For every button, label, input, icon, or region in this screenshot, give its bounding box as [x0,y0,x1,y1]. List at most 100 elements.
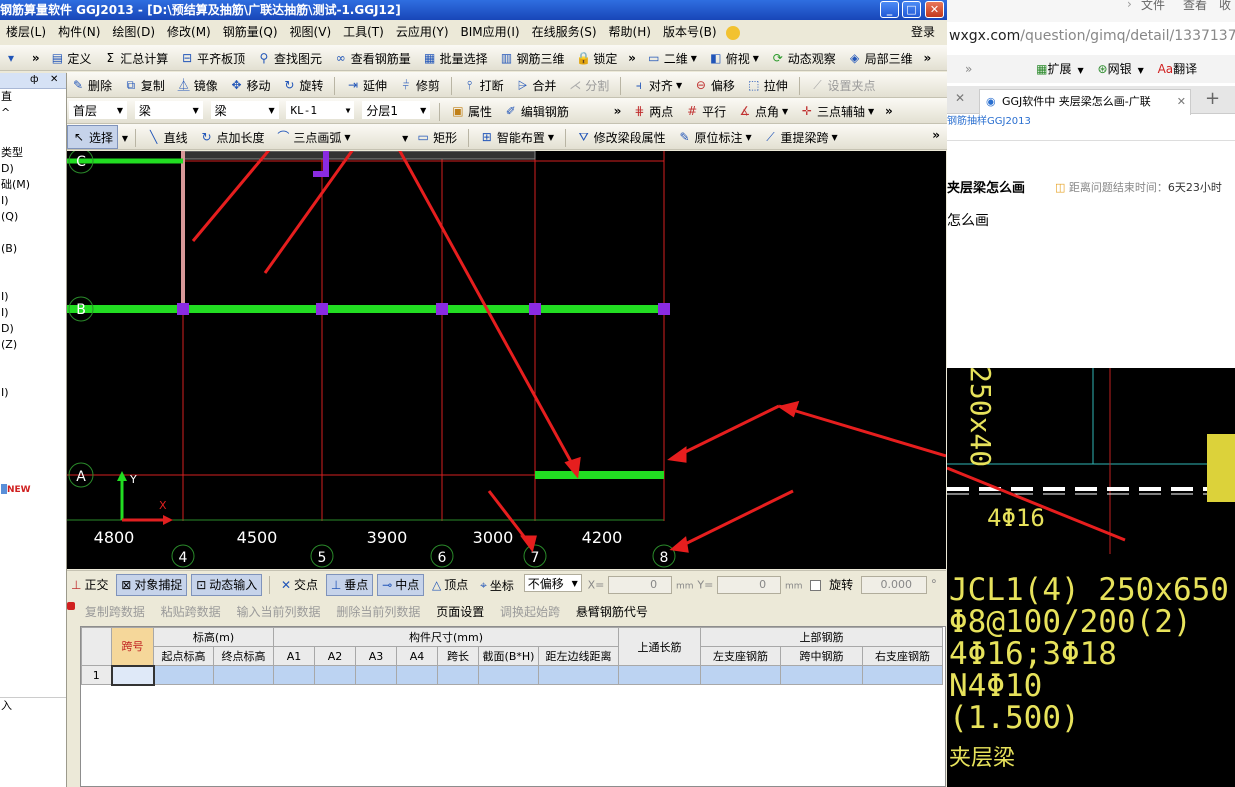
delete-button[interactable]: ✎ 删除 [67,73,116,97]
tree-item[interactable]: (Q) [0,209,66,225]
dynamic-input-toggle[interactable]: ⊡ 动态输入 [191,573,263,596]
table-cell[interactable] [862,665,943,685]
toolbar-overflow-icon[interactable]: » [29,51,43,65]
tree-item[interactable]: I) [0,385,66,401]
table-cell[interactable] [110,664,155,686]
move-button[interactable]: ✥ 移动 [226,73,275,97]
offset-button[interactable]: ⊖ 偏移 [690,73,739,97]
stretch-button[interactable]: ⬚ 拉伸 [743,73,792,97]
select-button[interactable]: ↖ 选择 [67,125,119,149]
close-icon[interactable]: ✕ [50,74,58,85]
menu-online[interactable]: 在线服务(S) [526,21,603,43]
subtitle-link[interactable]: 钢筋抽样GGJ2013 [947,112,1031,127]
align-slab-top-button[interactable]: ⊟ 平齐板顶 [176,46,249,70]
midpoint-snap[interactable]: ⊸ 中点 [377,573,425,596]
menu-view[interactable]: 查看 [1183,0,1207,13]
pin-icon[interactable]: ф [30,74,39,85]
page-setup-button[interactable]: 页面设置 [430,600,490,624]
table-cell[interactable] [478,665,539,685]
rotate-input[interactable]: 0.000 [861,576,927,594]
close-icon[interactable] [67,602,75,610]
chevron-down-icon[interactable]: ▼ [402,134,408,143]
table-cell[interactable] [700,665,781,685]
column-node[interactable] [658,303,670,315]
properties-button[interactable]: ▣ 属性 [447,99,496,123]
menu-bim[interactable]: BIM应用(I) [455,21,526,43]
table-cell[interactable] [273,665,315,685]
layer-select[interactable]: 分层1 ▼ [362,101,431,119]
category-select[interactable]: 梁 ▼ [134,101,203,119]
chevron-down-icon[interactable]: ▼ [1138,66,1144,75]
toolbar-overflow-icon[interactable]: » [625,51,639,65]
point-length-button[interactable]: ↻ 点加长度 [196,125,269,149]
line-button[interactable]: ╲ 直线 [143,125,192,149]
point-angle-button[interactable]: ∡ 点角 ▼ [734,99,792,123]
break-button[interactable]: ⫯ 打断 [459,73,508,97]
split-button[interactable]: ⋌ 分割 [564,73,613,97]
table-cell[interactable] [396,665,438,685]
three-point-arc-button[interactable]: ⌒ 三点画弧 ▼ [272,125,354,149]
delete-column-data-button[interactable]: 删除当前列数据 [330,600,426,624]
tree-item[interactable]: 直 [0,89,66,105]
login-link[interactable]: 登录 [905,21,941,43]
toolbar-overflow-icon[interactable]: » [882,104,896,118]
table-cell[interactable] [437,665,479,685]
menu-floor[interactable]: 楼层(L) [0,21,52,43]
chevron-down-icon[interactable]: ▼ [122,134,128,143]
address-bar[interactable]: wxgx.com/question/gimq/detail/1337137.ht [947,22,1235,52]
parallel-button[interactable]: # 平行 [681,99,730,123]
column-node[interactable] [529,303,541,315]
menu-tools[interactable]: 工具(T) [337,21,390,43]
tree-item[interactable]: (B) [0,241,66,257]
minimize-button[interactable]: _ [880,1,899,18]
column-node[interactable] [177,303,189,315]
component-select[interactable]: KL-1 ▼ [286,101,355,119]
tree-item[interactable] [0,121,66,137]
menu-cloud[interactable]: 云应用(Y) [390,21,455,43]
input-column-data-button[interactable]: 输入当前列数据 [231,600,327,624]
table-cell[interactable] [153,665,214,685]
view-2d-dropdown[interactable]: ▭ 二维 ▼ [643,46,701,70]
column-node[interactable] [436,303,448,315]
vertex-snap[interactable]: △ 顶点 [428,574,472,596]
tree-item[interactable]: I) [0,193,66,209]
menu-favorites[interactable]: 收 [1219,0,1231,13]
set-grip-button[interactable]: ⟋ 设置夹点 [806,73,879,97]
drawing-canvas[interactable]: C B A 4 5 6 7 8 4800 4500 3900 3000 4200 [67,151,946,569]
menu-draw[interactable]: 绘图(D) [106,21,161,43]
new-tab-icon[interactable]: + [1205,88,1220,109]
floor-select[interactable]: 首层 ▼ [69,101,127,119]
modify-beam-props-button[interactable]: ⛛ 修改梁段属性 [573,125,670,149]
copy-button[interactable]: ⧉ 复制 [120,73,169,97]
three-point-axis-button[interactable]: ✛ 三点辅轴 ▼ [796,99,878,123]
tree-item[interactable]: (Z) [0,337,66,353]
re-span-button[interactable]: ⟋ 重提梁跨 ▼ [760,125,842,149]
menu-help[interactable]: 帮助(H) [603,21,657,43]
coordinate-snap[interactable]: ⌖ 坐标 [476,574,518,596]
find-element-button[interactable]: ⚲ 查找图元 [253,46,326,70]
table-row[interactable]: 1 [81,664,943,686]
table-cell[interactable] [538,665,619,685]
y-input[interactable]: 0 [717,576,782,594]
top-view-dropdown[interactable]: ◧ 俯视 ▼ [705,46,763,70]
local-3d-button[interactable]: ◈ 局部三维 [844,46,917,70]
align-button[interactable]: ⫞ 对齐 ▼ [628,73,686,97]
paste-span-data-button[interactable]: 粘贴跨数据 [155,600,227,624]
menu-modify[interactable]: 修改(M) [161,21,217,43]
dropdown-arrow[interactable]: ▾ [0,46,25,70]
edit-rebar-button[interactable]: ✐ 编辑钢筋 [500,99,573,123]
mirror-button[interactable]: ⏅ 镜像 [173,73,222,97]
two-point-button[interactable]: ⋕ 两点 [628,99,677,123]
swap-start-span-button[interactable]: 调换起始跨 [494,600,566,624]
define-button[interactable]: ▤ 定义 [46,46,95,70]
maximize-button[interactable]: □ [902,1,921,18]
close-button[interactable]: ✕ [925,1,944,18]
toolbar-overflow-icon[interactable]: » [611,104,625,118]
copy-span-data-button[interactable]: 复制跨数据 [79,600,151,624]
table-cell[interactable] [618,665,701,685]
view-rebar-qty-button[interactable]: ∞ 查看钢筋量 [330,46,415,70]
perpendicular-snap[interactable]: ⊥ 垂点 [325,573,374,596]
tree-item[interactable]: ^ [0,105,66,121]
toolbar-overflow-icon[interactable]: » [929,128,943,142]
menu-view[interactable]: 视图(V) [284,21,338,43]
